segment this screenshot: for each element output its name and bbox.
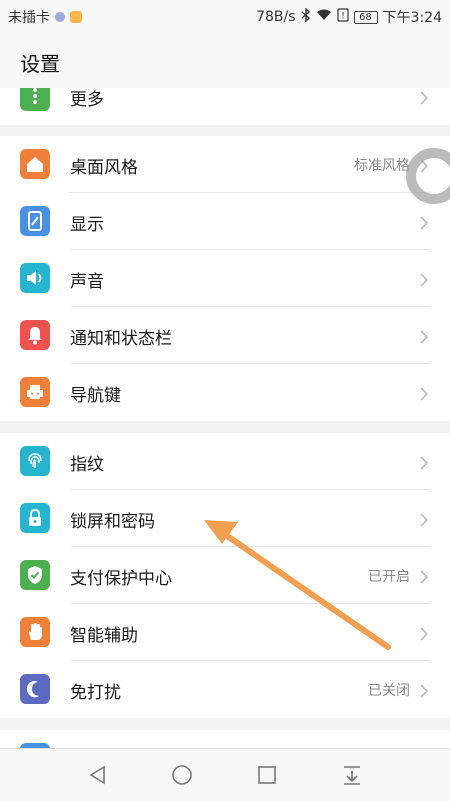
bluetooth-icon — [301, 7, 311, 26]
chevron-right-icon — [420, 569, 429, 588]
moon-icon — [20, 674, 50, 704]
sound-icon — [20, 263, 50, 293]
settings-group-more: 更多 — [0, 88, 450, 125]
chevron-right-icon — [420, 272, 429, 291]
shield-check-icon — [20, 560, 50, 590]
settings-item-value: 已关闭 — [368, 683, 410, 699]
chevron-right-icon — [420, 329, 429, 348]
settings-item-value: 已开启 — [368, 569, 410, 585]
settings-item-sound[interactable]: 声音 — [0, 250, 450, 307]
chevron-right-icon — [420, 455, 429, 474]
system-navigation-bar — [0, 748, 450, 801]
notification-pulldown-icon[interactable] — [340, 763, 364, 787]
settings-item-label: 桌面风格 — [70, 158, 138, 178]
hand-icon — [20, 617, 50, 647]
settings-item-smart-assist[interactable]: 智能辅助 — [0, 604, 450, 661]
home-button-icon[interactable] — [170, 763, 194, 787]
settings-list[interactable]: 更多 桌面风格 标准风格 显示 声音 通知和状态栏 导航键 指纹 锁屏和密码 支… — [0, 88, 450, 748]
settings-item-value: 标准风格 — [354, 158, 410, 174]
notification-bell-icon — [20, 320, 50, 350]
settings-item-display[interactable]: 显示 — [0, 193, 450, 250]
time-label: 下午3:24 — [382, 10, 442, 26]
wifi-icon — [316, 9, 332, 25]
chevron-right-icon — [420, 386, 429, 405]
eye-notification-icon — [70, 11, 82, 23]
settings-item-label: 导航键 — [70, 386, 121, 406]
svg-text:!: ! — [341, 12, 345, 22]
chevron-right-icon — [420, 512, 429, 531]
sim-alert-icon: ! — [336, 8, 349, 26]
carrier-label: 未插卡 — [8, 10, 50, 26]
settings-group-security: 指纹 锁屏和密码 支付保护中心 已开启 智能辅助 免打扰 已关闭 — [0, 433, 450, 718]
settings-group-next — [0, 730, 450, 748]
app-notification-icon — [55, 12, 65, 22]
settings-item-label: 支付保护中心 — [70, 569, 172, 589]
display-icon — [20, 206, 50, 236]
settings-item-label: 声音 — [70, 272, 104, 292]
settings-item-do-not-disturb[interactable]: 免打扰 已关闭 — [0, 661, 450, 718]
status-bar: 未插卡 78B/s ! 68 下午3:24 — [0, 0, 450, 32]
settings-item-label: 锁屏和密码 — [70, 512, 155, 532]
settings-item-notification[interactable]: 通知和状态栏 — [0, 307, 450, 364]
chevron-right-icon — [420, 626, 429, 645]
chevron-right-icon — [420, 90, 429, 109]
settings-item-home-style[interactable]: 桌面风格 标准风格 — [0, 136, 450, 193]
fingerprint-icon — [20, 446, 50, 476]
settings-item-more[interactable]: 更多 — [0, 88, 450, 125]
navigation-key-icon — [20, 377, 50, 407]
back-icon[interactable] — [86, 763, 110, 787]
page-header: 设置 — [0, 32, 450, 89]
settings-item-label: 显示 — [70, 215, 104, 235]
home-icon — [20, 149, 50, 179]
settings-item-label: 更多 — [70, 90, 104, 110]
battery-indicator: 68 — [353, 10, 378, 24]
settings-item-lock-screen[interactable]: 锁屏和密码 — [0, 490, 450, 547]
recent-apps-icon[interactable] — [255, 763, 279, 787]
settings-item-fingerprint[interactable]: 指纹 — [0, 433, 450, 490]
chevron-right-icon — [420, 683, 429, 702]
settings-item-payment-protection[interactable]: 支付保护中心 已开启 — [0, 547, 450, 604]
network-speed: 78B/s — [256, 9, 296, 25]
more-icon — [20, 88, 50, 111]
lock-icon — [20, 503, 50, 533]
settings-item-label: 通知和状态栏 — [70, 329, 172, 349]
settings-group-appearance: 桌面风格 标准风格 显示 声音 通知和状态栏 导航键 — [0, 136, 450, 421]
page-title: 设置 — [20, 52, 60, 76]
settings-item-label: 指纹 — [70, 455, 104, 475]
settings-item-navigation-key[interactable]: 导航键 — [0, 364, 450, 421]
settings-item-label: 智能辅助 — [70, 626, 138, 646]
settings-item-label: 免打扰 — [70, 683, 121, 703]
chevron-right-icon — [420, 215, 429, 234]
